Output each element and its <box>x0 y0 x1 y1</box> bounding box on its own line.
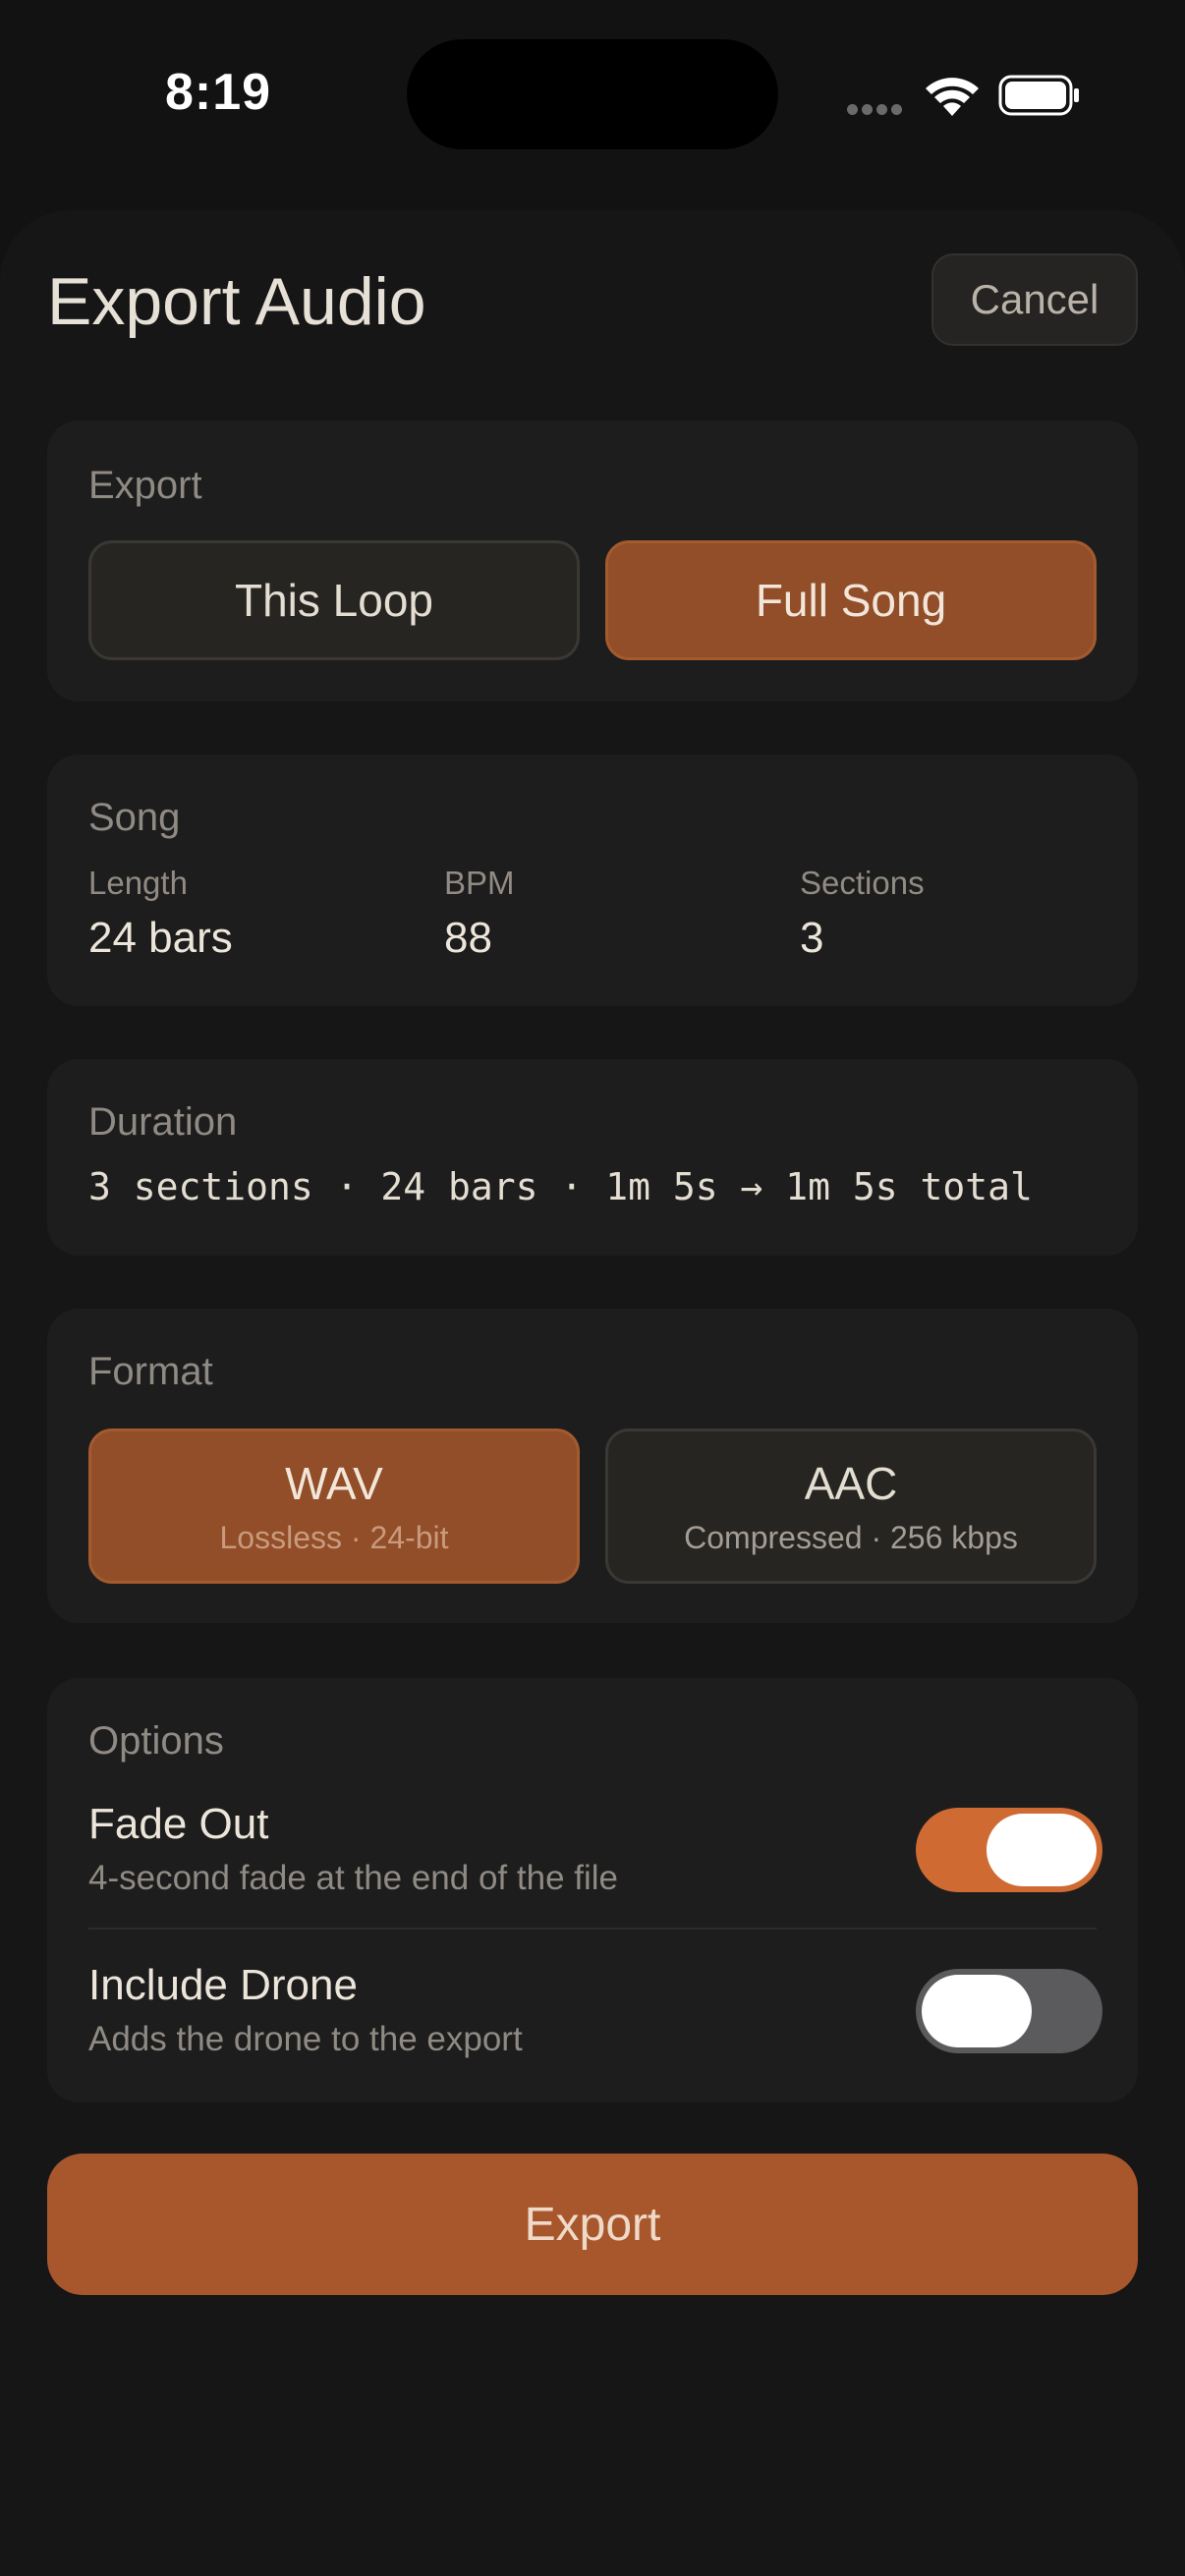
status-time: 8:19 <box>165 64 272 121</box>
fade-out-toggle[interactable] <box>916 1808 1102 1892</box>
bpm-label: BPM <box>444 865 515 901</box>
battery-icon <box>998 75 1079 116</box>
options-divider <box>88 1928 1097 1930</box>
full-song-button[interactable]: Full Song <box>605 540 1097 660</box>
format-label: Format <box>88 1350 213 1393</box>
sections-value: 3 <box>800 914 824 962</box>
length-label: Length <box>88 865 188 901</box>
length-value: 24 bars <box>88 914 233 962</box>
dynamic-island <box>407 39 778 149</box>
toggle-knob <box>922 1975 1032 2047</box>
song-card: Song Length 24 bars BPM 88 Sections 3 <box>47 755 1138 1006</box>
include-drone-title: Include Drone <box>88 1961 358 2009</box>
fade-out-title: Fade Out <box>88 1800 269 1848</box>
song-label: Song <box>88 796 181 839</box>
export-button[interactable]: Export <box>47 2154 1138 2295</box>
wav-format-button[interactable]: WAV Lossless · 24-bit <box>88 1428 580 1584</box>
duration-summary: 3 sections · 24 bars · 1m 5s → 1m 5s tot… <box>88 1165 1033 1208</box>
this-loop-button[interactable]: This Loop <box>88 540 580 660</box>
include-drone-description: Adds the drone to the export <box>88 2020 523 2058</box>
include-drone-toggle[interactable] <box>916 1969 1102 2053</box>
options-label: Options <box>88 1719 224 1763</box>
wav-format-detail: Lossless · 24-bit <box>219 1519 449 1555</box>
aac-format-name: AAC <box>804 1457 898 1509</box>
duration-card: Duration 3 sections · 24 bars · 1m 5s → … <box>47 1059 1138 1256</box>
format-card: Format WAV Lossless · 24-bit AAC Compres… <box>47 1309 1138 1623</box>
sections-label: Sections <box>800 865 925 901</box>
toggle-knob <box>987 1814 1097 1886</box>
cancel-button[interactable]: Cancel <box>931 253 1138 346</box>
status-bar: 8:19 <box>0 0 1185 196</box>
aac-format-detail: Compressed · 256 kbps <box>684 1519 1018 1555</box>
full-song-label: Full Song <box>755 575 947 626</box>
wifi-icon <box>926 78 979 116</box>
export-scope-card: Export This Loop Full Song <box>47 420 1138 701</box>
page-title: Export Audio <box>47 264 426 339</box>
fade-out-description: 4-second fade at the end of the file <box>88 1859 618 1897</box>
cellular-signal-icon <box>847 102 908 116</box>
bpm-value: 88 <box>444 914 492 962</box>
export-scope-label: Export <box>88 464 202 507</box>
options-card: Options Fade Out 4-second fade at the en… <box>47 1678 1138 2102</box>
duration-label: Duration <box>88 1100 238 1144</box>
this-loop-label: This Loop <box>234 575 433 626</box>
aac-format-button[interactable]: AAC Compressed · 256 kbps <box>605 1428 1097 1584</box>
wav-format-name: WAV <box>285 1457 383 1509</box>
